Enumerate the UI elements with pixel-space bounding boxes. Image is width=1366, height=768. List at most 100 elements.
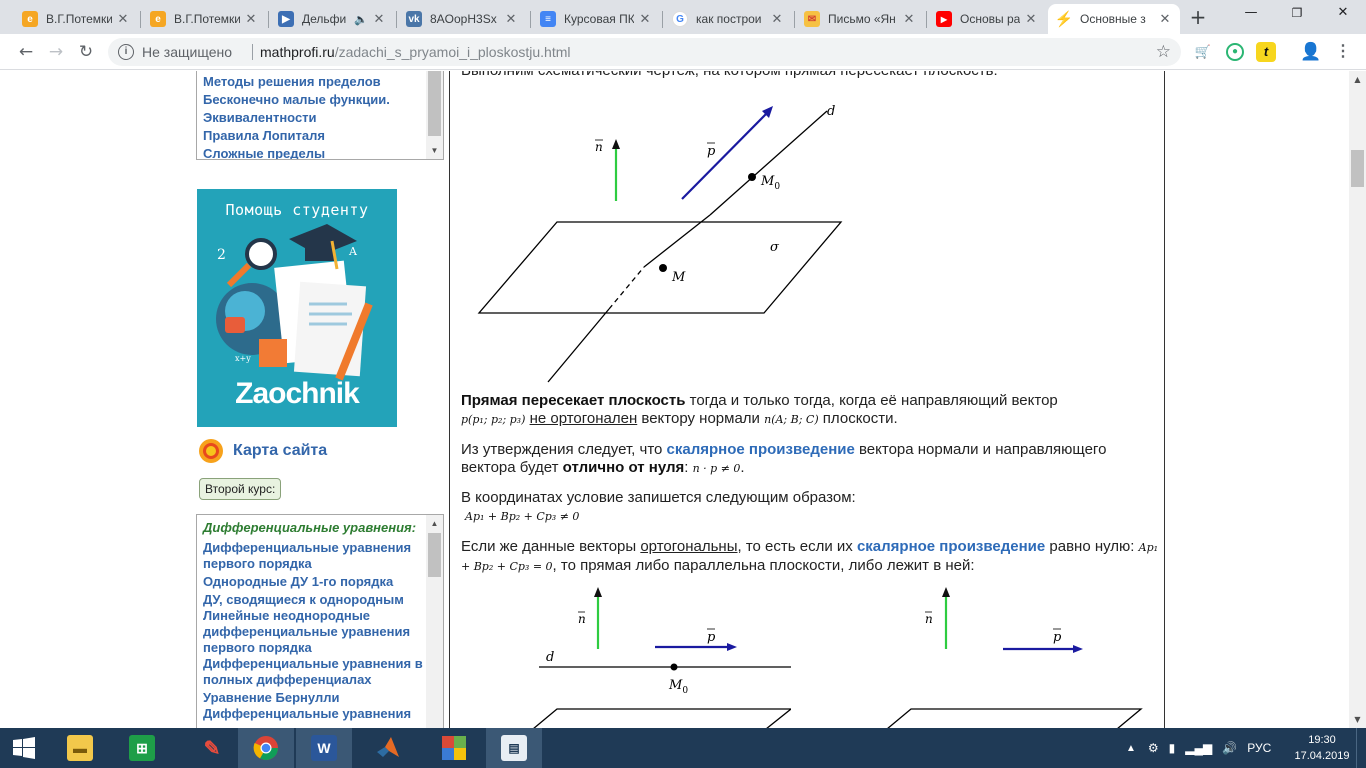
show-desktop-button[interactable]	[1356, 728, 1366, 768]
topics-list-first-course[interactable]: Методы решения пределов Бесконечно малые…	[196, 71, 444, 160]
label-sigma: σ	[770, 240, 780, 255]
page-scrollbar[interactable]: ▲ ▼	[1349, 71, 1366, 728]
tab-label: 8AOорН3Sх	[430, 12, 497, 26]
link-dot-product[interactable]: скалярное произведение	[667, 441, 855, 458]
list-item[interactable]: Однородные ДУ 1-го порядка	[203, 574, 423, 590]
tab-7[interactable]: ✉ Письмо «Ян ✕	[796, 4, 924, 34]
close-icon[interactable]: ✕	[244, 11, 258, 27]
sitemap-link[interactable]: Карта сайта	[198, 437, 327, 465]
topics-list-second-course[interactable]: Дифференциальные уравнения: Дифференциал…	[196, 514, 444, 728]
list-item[interactable]: Дифференциальные уравнения первого поряд…	[203, 540, 423, 572]
direction-vector-p	[681, 112, 768, 200]
tab-2[interactable]: e В.Г.Потемки ✕	[142, 4, 266, 34]
word-icon: W	[311, 735, 337, 761]
taskbar-chrome[interactable]	[238, 728, 294, 768]
back-button[interactable]: ←	[14, 40, 38, 64]
page-viewport: Методы решения пределов Бесконечно малые…	[0, 71, 1366, 728]
profile-icon[interactable]: 👤	[1300, 42, 1321, 62]
close-window-button[interactable]: ✕	[1320, 0, 1366, 30]
taskbar-matlab[interactable]	[360, 728, 416, 768]
arrowhead	[612, 139, 620, 149]
close-icon[interactable]: ✕	[116, 11, 130, 27]
close-icon[interactable]: ✕	[902, 11, 916, 27]
list-item[interactable]: Уравнение Бернулли	[203, 690, 423, 706]
tab-1[interactable]: e В.Г.Потемки ✕	[14, 4, 138, 34]
url-text[interactable]: mathprofi.ru/zadachi_s_pryamoi_i_ploskos…	[260, 44, 571, 60]
taskbar-paint[interactable]: ✎	[184, 728, 240, 768]
battery-icon[interactable]: ▮	[1169, 741, 1176, 755]
tab-6[interactable]: G как построи ✕	[664, 4, 792, 34]
reload-button[interactable]: ↻	[74, 40, 98, 64]
bluetooth-icon[interactable]: ⚙	[1148, 741, 1159, 755]
close-icon[interactable]: ✕	[638, 11, 652, 27]
list-item[interactable]: Эквивалентности	[203, 110, 423, 126]
tab-9-active[interactable]: ⚡ Основные з ✕	[1048, 4, 1180, 34]
list-scrollbar[interactable]: ▼	[426, 71, 443, 159]
link-dot-product[interactable]: скалярное произведение	[857, 538, 1045, 555]
scroll-down-arrow-icon[interactable]: ▼	[1349, 711, 1366, 728]
list-item[interactable]: Методы решения пределов	[203, 74, 423, 90]
point-m0	[748, 173, 756, 181]
extension-icon[interactable]: ●	[1226, 43, 1244, 61]
list-item[interactable]: ДУ, сводящиеся к однородным	[203, 592, 423, 608]
tab-separator	[140, 11, 141, 28]
tab-8[interactable]: ▶ Основы раб ✕	[928, 4, 1046, 34]
close-icon[interactable]: ✕	[372, 11, 386, 27]
banner-brand: Zaochnik	[235, 377, 360, 410]
close-icon[interactable]: ✕	[770, 11, 784, 27]
volume-icon[interactable]: 🔊	[1222, 741, 1237, 755]
scroll-down-arrow-icon[interactable]: ▼	[426, 142, 443, 159]
scrollbar-thumb[interactable]	[428, 533, 441, 577]
close-icon[interactable]: ✕	[1024, 11, 1038, 27]
second-course-button[interactable]: Второй курс:	[199, 478, 282, 500]
bookmark-star-icon[interactable]: ☆	[1156, 42, 1171, 62]
topics-items: Дифференциальные уравнения: Дифференциал…	[203, 520, 423, 722]
zaochnik-banner[interactable]: Помощь студенту 2 A x+y Zaochnik	[197, 189, 397, 427]
tray-up-arrow-icon[interactable]: ▲	[1126, 743, 1136, 754]
list-item[interactable]: Дифференциальные уравнения	[203, 706, 423, 722]
list-scrollbar[interactable]: ▲	[426, 515, 443, 728]
doc-icon: ≡	[540, 11, 556, 27]
forward-button[interactable]: →	[44, 40, 68, 64]
lightning-icon: ⚡	[1054, 11, 1074, 28]
tab-label: как построи	[696, 12, 762, 26]
translate-extension-icon[interactable]: t	[1256, 42, 1276, 62]
list-item[interactable]: Бесконечно малые функции.	[203, 92, 423, 108]
close-icon[interactable]: ✕	[1158, 11, 1172, 27]
tab-3[interactable]: ▶ Дельфи 🔈 ✕	[270, 4, 394, 34]
list-item[interactable]: Правила Лопиталя	[203, 128, 423, 144]
tab-label: Дельфи	[302, 12, 347, 26]
new-tab-button[interactable]: +	[1186, 6, 1210, 30]
network-icon[interactable]: ▂▄▆	[1185, 741, 1212, 755]
line-d-hidden	[608, 266, 645, 310]
scrollbar-thumb[interactable]	[1351, 150, 1364, 187]
minimize-button[interactable]: —	[1228, 0, 1274, 30]
close-icon[interactable]: ✕	[504, 11, 518, 27]
scroll-up-arrow-icon[interactable]: ▲	[426, 515, 443, 532]
tab-4[interactable]: vk 8AOорН3Sх ✕	[398, 4, 526, 34]
cart-extension-icon[interactable]: 🛒	[1193, 42, 1213, 62]
paragraph-2: Из утверждения следует, что скалярное пр…	[461, 441, 1161, 478]
taskbar-word[interactable]: W	[296, 728, 352, 768]
language-indicator[interactable]: РУС	[1247, 741, 1271, 755]
taskbar-app[interactable]: ▤	[486, 728, 542, 768]
restore-button[interactable]: ❐	[1274, 0, 1320, 30]
start-button[interactable]	[0, 728, 48, 768]
tab-5[interactable]: ≡ Курсовая ПК ✕	[532, 4, 660, 34]
speaker-icon[interactable]: 🔈	[354, 13, 368, 26]
taskbar-store[interactable]: ⊞	[114, 728, 170, 768]
list-item[interactable]: Дифференциальные уравнения в полных дифф…	[203, 656, 423, 688]
scroll-up-arrow-icon[interactable]: ▲	[1349, 71, 1366, 88]
label-m: M	[671, 270, 686, 285]
list-item[interactable]: Линейные неоднородные дифференциальные у…	[203, 608, 423, 656]
address-bar[interactable]: i Не защищено mathprofi.ru/zadachi_s_pry…	[108, 38, 1181, 66]
security-status[interactable]: Не защищено	[142, 44, 232, 60]
info-icon[interactable]: i	[118, 44, 134, 60]
tab-label: Основы раб	[960, 12, 1020, 26]
taskbar-winrar[interactable]	[426, 728, 482, 768]
clock[interactable]: 19:30 17.04.2019	[1290, 732, 1354, 764]
menu-icon[interactable]: ⋮	[1333, 42, 1353, 62]
list-item[interactable]: Сложные пределы	[203, 146, 423, 159]
taskbar-explorer[interactable]: ▬	[52, 728, 108, 768]
scrollbar-thumb[interactable]	[428, 71, 441, 136]
